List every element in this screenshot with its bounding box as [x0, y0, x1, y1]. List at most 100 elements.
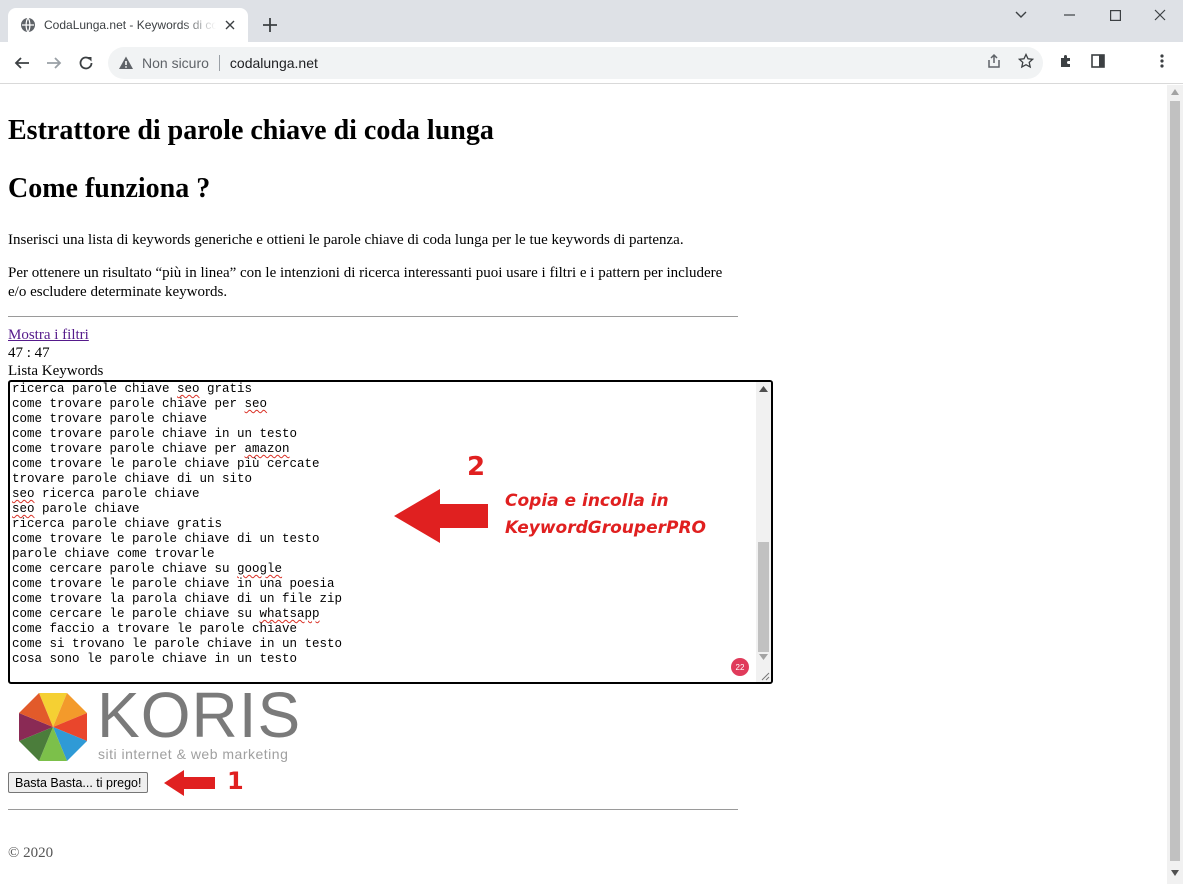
keyword-text: come cercare parole chiave su	[12, 562, 238, 576]
keyword-text: ricerca parole chiave	[34, 487, 200, 501]
globe-icon	[21, 17, 35, 33]
page-scroll-down-icon[interactable]	[1171, 870, 1179, 876]
tab-search-chevron-icon[interactable]	[998, 0, 1044, 30]
koris-logo-name: KORIS	[97, 679, 302, 751]
keyword-line: come trovare parole chiave in un testo	[12, 427, 342, 442]
footer-copyright: © 2020	[8, 845, 54, 861]
keyword-text: ricerca parole chiave gratis	[12, 517, 223, 531]
stop-button[interactable]: Basta Basta... ti prego!	[8, 772, 149, 793]
keyword-line: trovare parole chiave di un sito	[12, 472, 342, 487]
extensions-puzzle-icon[interactable]	[1055, 50, 1077, 72]
divider-bottom	[8, 809, 738, 810]
annotation-copy-text: Copia e incolla in	[505, 491, 669, 511]
keyword-list-label: Lista Keywords	[8, 363, 104, 379]
browser-toolbar: Non sicuro codalunga.net	[0, 42, 1183, 84]
address-bar[interactable]: Non sicuro codalunga.net	[108, 47, 1043, 79]
keyword-text: come cercare le parole chiave su	[12, 607, 260, 621]
keyword-line: come trovare parole chiave	[12, 412, 342, 427]
page-viewport: Estrattore di parole chiave di coda lung…	[0, 85, 1167, 884]
keyword-line: ricerca parole chiave gratis	[12, 517, 342, 532]
misspelled-word: seo	[177, 382, 200, 396]
keyword-text: parole chiave come trovarle	[12, 547, 215, 561]
resize-grip-icon[interactable]	[760, 671, 770, 681]
section-heading-how: Come funziona ?	[8, 173, 211, 204]
keyword-line: come trovare le parole chiave più cercat…	[12, 457, 342, 472]
maximize-icon[interactable]	[1092, 0, 1138, 30]
intro-paragraph: Inserisci una lista di keywords generich…	[8, 232, 684, 248]
misspelled-word: whatsapp	[259, 607, 320, 621]
forward-arrow-icon[interactable]	[43, 52, 65, 74]
close-window-icon[interactable]	[1137, 0, 1183, 30]
warning-triangle-icon	[119, 56, 133, 69]
reload-icon[interactable]	[75, 52, 97, 74]
keyword-line: come cercare parole chiave su google	[12, 562, 342, 577]
koris-logo-icon	[19, 693, 87, 761]
keyword-line: seo parole chiave	[12, 502, 342, 517]
keyword-text: parole chiave	[34, 502, 140, 516]
keyword-line: come trovare la parola chiave di un file…	[12, 592, 342, 607]
annotation-number-1: 1	[227, 767, 244, 795]
bookmark-star-icon[interactable]	[1015, 50, 1037, 72]
annotation-arrow-left-icon	[394, 489, 488, 543]
misspelled-word: seo	[244, 397, 268, 411]
tab-close-icon[interactable]	[222, 17, 238, 33]
keyword-text: gratis	[199, 382, 253, 396]
back-arrow-icon[interactable]	[11, 52, 33, 74]
annotation-number-2: 2	[467, 452, 486, 482]
share-icon[interactable]	[983, 50, 1005, 72]
side-panel-icon[interactable]	[1087, 50, 1109, 72]
annotation-arrow-left-small-icon	[164, 770, 215, 796]
page-title: Estrattore di parole chiave di coda lung…	[8, 115, 494, 146]
url-text[interactable]: codalunga.net	[230, 55, 318, 71]
security-label[interactable]: Non sicuro	[142, 55, 209, 71]
keyword-text: come trovare le parole chiave in una poe…	[12, 577, 335, 591]
page-scroll-up-icon[interactable]	[1171, 89, 1179, 95]
annotation-product-text: KeywordGrouperPRO	[505, 518, 706, 538]
textarea-scroll-thumb[interactable]	[758, 542, 769, 652]
keyword-line: ricerca parole chiave seo gratis	[12, 382, 342, 397]
keyword-text: come trovare le parole chiave di un test…	[12, 532, 320, 546]
browser-tab-strip: CodaLunga.net - Keywords di coda lunga	[0, 0, 1183, 42]
keyword-line: come si trovano le parole chiave in un t…	[12, 637, 342, 652]
keyword-counter: 47 : 47	[8, 345, 50, 361]
keyword-line: cosa sono le parole chiave in un testo	[12, 652, 342, 667]
keyword-line: come trovare parole chiave per seo	[12, 397, 342, 412]
kebab-menu-icon[interactable]	[1151, 50, 1173, 72]
keyword-line: come trovare le parole chiave di un test…	[12, 532, 342, 547]
keyword-line: come trovare le parole chiave in una poe…	[12, 577, 342, 592]
keyword-text: come trovare parole chiave per	[12, 397, 245, 411]
keyword-text: trovare parole chiave di un sito	[12, 472, 253, 486]
misspelled-word: seo	[12, 502, 35, 516]
keyword-text: cosa sono le parole chiave in un testo	[12, 652, 298, 666]
tab-title: CodaLunga.net - Keywords di coda lunga	[44, 18, 216, 32]
new-tab-icon[interactable]	[260, 15, 280, 35]
keyword-text: come trovare parole chiave in un testo	[12, 427, 298, 441]
keyword-line: seo ricerca parole chiave	[12, 487, 342, 502]
misspelled-word: amazon	[244, 442, 290, 456]
show-filters-link[interactable]: Mostra i filtri	[8, 326, 89, 344]
textarea-scrollbar[interactable]	[756, 382, 771, 682]
address-separator	[218, 55, 220, 71]
keyword-text: come faccio a trovare le parole chiave	[12, 622, 298, 636]
misspelled-word: seo	[12, 487, 35, 501]
keyword-text: come trovare parole chiave per	[12, 442, 245, 456]
scroll-down-icon[interactable]	[759, 654, 768, 660]
keyword-text: come trovare la parola chiave di un file…	[12, 592, 343, 606]
keyword-line: come faccio a trovare le parole chiave	[12, 622, 342, 637]
koris-logo-tagline: siti internet & web marketing	[98, 746, 289, 762]
keyword-lines: ricerca parole chiave seo gratis come tro…	[12, 382, 342, 667]
keyword-text: ricerca parole chiave	[12, 382, 178, 396]
keyword-text: come trovare le parole chiave più cercat…	[12, 457, 320, 471]
browser-tab[interactable]: CodaLunga.net - Keywords di coda lunga	[8, 8, 248, 42]
keyword-text: come si trovano le parole chiave in un t…	[12, 637, 343, 651]
keyword-line: parole chiave come trovarle	[12, 547, 342, 562]
page-scrollbar[interactable]	[1167, 85, 1183, 884]
divider-top	[8, 316, 738, 317]
keyword-text: come trovare parole chiave	[12, 412, 208, 426]
page-scroll-thumb[interactable]	[1170, 101, 1180, 861]
scroll-up-icon[interactable]	[759, 386, 768, 392]
minimize-icon[interactable]	[1046, 0, 1092, 30]
grammarly-badge-icon[interactable]: 22	[731, 658, 749, 676]
filters-paragraph: Per ottenere un risultato “più in linea”…	[8, 265, 723, 300]
keyword-line: come trovare parole chiave per amazon	[12, 442, 342, 457]
